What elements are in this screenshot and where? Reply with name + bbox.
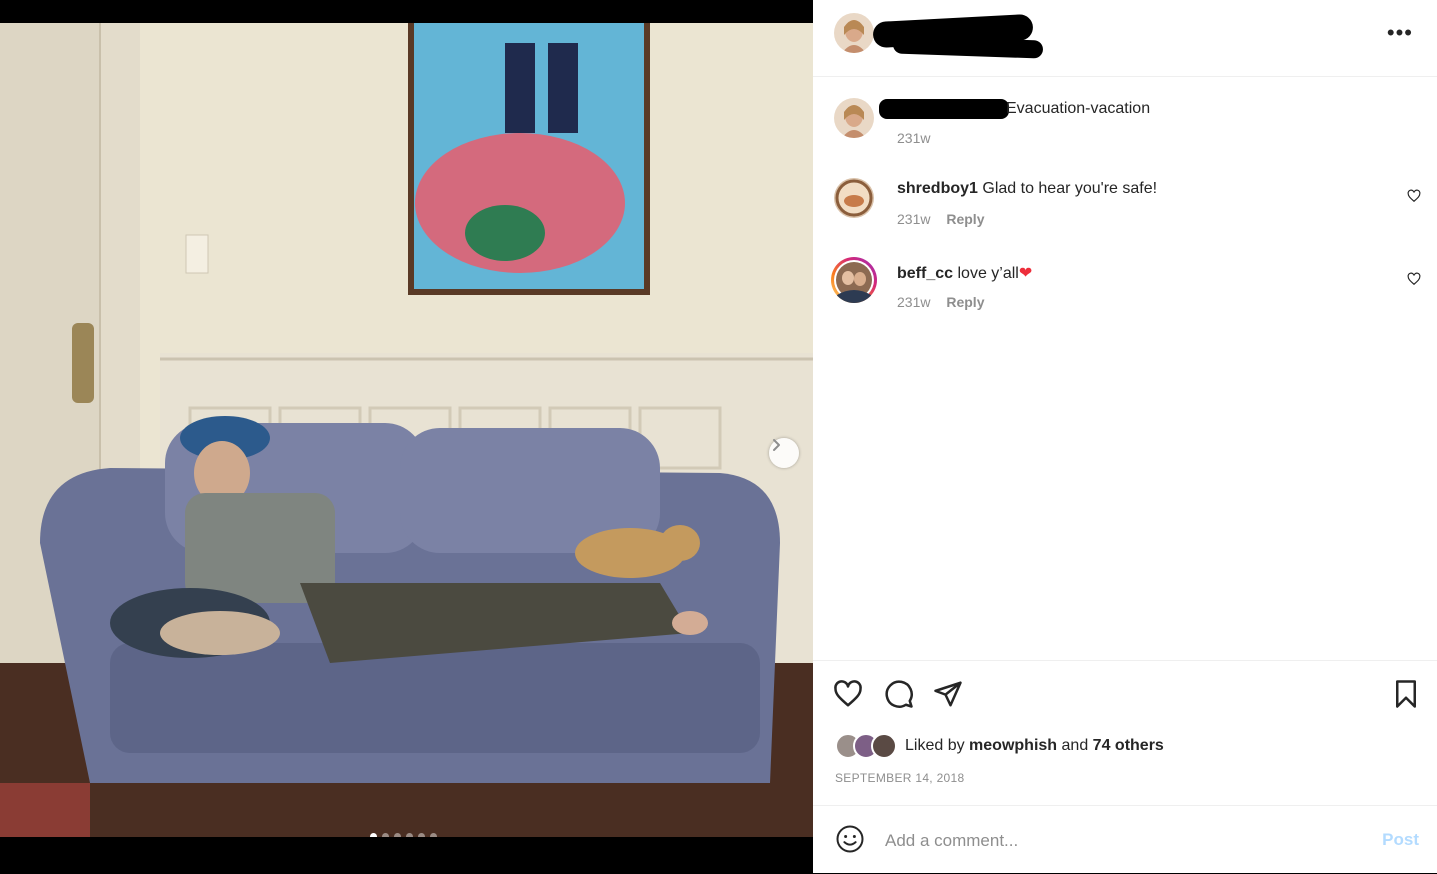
comment-body: Glad to hear you're safe! — [982, 180, 1158, 197]
carousel-indicator — [370, 833, 437, 837]
author-avatar-image — [834, 98, 874, 138]
carousel-dot — [418, 833, 425, 837]
comment-body: love y’all — [957, 265, 1019, 282]
caption: Evacuation-vacation 231w — [813, 95, 1437, 155]
comment-input[interactable] — [883, 824, 1347, 858]
likes-others[interactable]: 74 others — [1093, 737, 1164, 755]
reply-button[interactable]: Reply — [946, 294, 984, 310]
post-header: ••• — [813, 0, 1437, 77]
comment-meta: 231w Reply — [897, 211, 996, 227]
post-actions: Liked by meowphish and 74 others SEPTEMB… — [813, 660, 1437, 806]
commenter-avatar-image — [834, 178, 874, 218]
next-photo-button[interactable] — [769, 438, 799, 468]
caption-meta: 231w — [897, 130, 942, 146]
heart-emoji: ❤ — [1018, 265, 1033, 282]
commenter-avatar[interactable] — [831, 257, 877, 303]
comment-icon[interactable] — [884, 679, 914, 709]
redacted-caption-username — [879, 99, 1009, 119]
share-icon[interactable] — [933, 679, 963, 709]
caption-text: Evacuation-vacation — [1006, 100, 1151, 117]
heart-icon[interactable] — [1407, 272, 1421, 286]
redacted-location — [892, 35, 1044, 59]
post-comment-button[interactable]: Post — [1382, 830, 1419, 850]
chevron-right-icon — [773, 439, 780, 451]
add-comment-bar: Post — [813, 805, 1437, 874]
comment-time: 231w — [897, 294, 931, 310]
comment-username[interactable]: beff_cc — [897, 265, 953, 282]
heart-icon[interactable] — [833, 679, 863, 709]
carousel-dot — [394, 833, 401, 837]
photo-illustration — [0, 23, 813, 837]
caption-time: 231w — [897, 130, 931, 146]
emoji-icon[interactable] — [835, 824, 865, 854]
post-date: SEPTEMBER 14, 2018 — [835, 771, 965, 785]
author-avatar-image — [834, 13, 874, 53]
carousel-dot — [430, 833, 437, 837]
comment-item: shredboy1 Glad to hear you're safe! 231w… — [813, 175, 1437, 235]
comment-text: beff_cc love y’all❤ — [897, 263, 1032, 283]
commenter-avatar-image — [834, 260, 874, 303]
post-photo[interactable] — [0, 23, 813, 837]
comments-list: Evacuation-vacation 231w shredboy1 Glad … — [813, 77, 1437, 660]
liker-avatar — [871, 733, 897, 759]
carousel-dot — [370, 833, 377, 837]
photo-pane — [0, 0, 813, 873]
commenter-avatar[interactable] — [834, 178, 874, 218]
more-options-icon[interactable]: ••• — [1387, 22, 1413, 44]
author-avatar[interactable] — [834, 13, 874, 53]
heart-icon[interactable] — [1407, 189, 1421, 203]
comment-text: shredboy1 Glad to hear you're safe! — [897, 180, 1157, 198]
author-avatar[interactable] — [834, 98, 874, 138]
likes-summary: Liked by meowphish and 74 others — [835, 733, 1164, 759]
comment-meta: 231w Reply — [897, 294, 996, 310]
reply-button[interactable]: Reply — [946, 211, 984, 227]
comment-item: beff_cc love y’all❤ 231w Reply — [813, 257, 1437, 318]
bookmark-icon[interactable] — [1391, 679, 1421, 709]
likes-prefix: Liked by — [905, 737, 965, 754]
carousel-dot — [382, 833, 389, 837]
carousel-dot — [406, 833, 413, 837]
post-panel: ••• Evacuation-vacation 231w shredboy1 G… — [813, 0, 1437, 873]
comment-time: 231w — [897, 211, 931, 227]
likes-and: and — [1061, 737, 1089, 754]
likes-user[interactable]: meowphish — [969, 737, 1057, 755]
comment-username[interactable]: shredboy1 — [897, 180, 978, 197]
